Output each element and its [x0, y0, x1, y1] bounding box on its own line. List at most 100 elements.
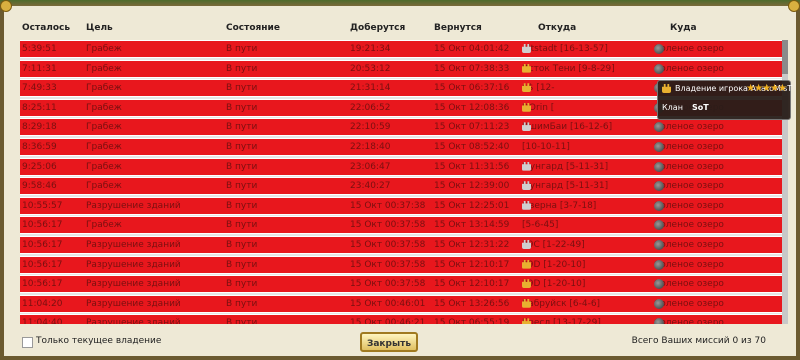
row-state-text: В пути	[226, 83, 258, 94]
row-to[interactable]: Соленое озеро	[654, 318, 724, 324]
row-state-text: В пути	[226, 142, 258, 152]
row-to-text: Соленое озеро	[654, 240, 724, 250]
row-to[interactable]: Соленое озеро	[654, 44, 724, 54]
row-from-text: [10-10-11]	[522, 142, 570, 152]
row-from[interactable]: Мунгард [5-11-31]	[522, 181, 608, 191]
row-arrive-text: 22:18:40	[350, 142, 391, 152]
row-state-text: В пути	[226, 240, 258, 250]
row-state: В пути	[226, 220, 257, 230]
col-return-header[interactable]: Вернутся	[434, 23, 482, 33]
row-to[interactable]: Соленое озеро	[654, 142, 724, 152]
col-from-header[interactable]: Откуда	[538, 23, 576, 33]
row-arrive-text: 19:21:34	[350, 44, 391, 54]
row-from[interactable]: 29D [1-20-10]	[522, 279, 585, 289]
lake-icon	[654, 240, 664, 250]
table-row[interactable]: 8:36:59 Грабеж В пути 22:18:40 15 Окт 08:52:…	[20, 138, 782, 156]
col-remaining-header[interactable]: Осталось	[22, 23, 70, 33]
row-state-text: В пути	[226, 220, 258, 231]
row-arrive-text: 15 Окт 00:37:38	[350, 200, 426, 211]
row-remaining-text: 11:04:20	[22, 298, 63, 309]
row-to[interactable]: Соленое озеро	[654, 259, 724, 270]
row-state: В пути	[226, 201, 257, 211]
row-from-text: 29D [1-20-10]	[522, 259, 586, 270]
table-row[interactable]: 9:58:46 Грабеж В пути 23:40:27 15 Окт 12:39:…	[20, 177, 782, 196]
row-target: Грабеж	[86, 64, 122, 74]
castle-icon	[662, 84, 671, 93]
table-row[interactable]: 5:39:51 Грабеж В пути 19:21:34 15 Окт 04:01:…	[20, 40, 782, 58]
row-arrive: 21:31:14	[350, 83, 390, 93]
row-from-text: ИшимБаи [16-12-6]	[522, 122, 613, 133]
table-row[interactable]: 10:55:57 Разрушение зданий В пути 15 Окт 00…	[20, 196, 782, 215]
row-from-text: 29D [1-20-10]	[522, 279, 586, 290]
table-row[interactable]: 10:56:17 Разрушение зданий В пути 15 Окт 00…	[20, 236, 782, 254]
row-from[interactable]: DOrin [	[522, 102, 554, 113]
row-to[interactable]: Соленое озеро	[654, 181, 724, 192]
table-row[interactable]: 10:56:17 Разрушение зданий В пути 15 Окт 00…	[20, 275, 782, 294]
table-row[interactable]: 7:11:31 Грабеж В пути 20:53:12 15 Окт 07:38:…	[20, 59, 782, 78]
col-state-header[interactable]: Состояние	[226, 23, 280, 33]
row-return: 15 Окт 12:10:17	[434, 260, 509, 270]
row-from[interactable]: Исток Тени [9-8-29]	[522, 63, 615, 74]
row-state-text: В пути	[226, 102, 258, 113]
row-state: В пути	[226, 162, 257, 172]
scroll-thumb[interactable]	[782, 40, 788, 74]
row-target: Грабеж	[86, 162, 122, 172]
row-to-text: Соленое озеро	[654, 181, 724, 192]
row-from[interactable]: 29С [1-22-49]	[522, 240, 585, 250]
table-row[interactable]: 8:29:18 Грабеж В пути 22:10:59 15 Окт 07:11:…	[20, 118, 782, 137]
row-from[interactable]: Бабруйск [6-4-6]	[522, 298, 601, 309]
row-to[interactable]: Соленое озеро	[654, 240, 724, 250]
row-target: Разрушение зданий	[86, 240, 181, 250]
row-return: 15 Окт 07:11:23	[434, 122, 509, 132]
row-to-text: Соленое озеро	[654, 259, 724, 270]
table-row[interactable]: 11:04:20 Разрушение зданий В пути 15 Окт 00…	[20, 294, 782, 313]
col-arrive-header[interactable]: Доберутся	[350, 23, 405, 33]
row-from[interactable]: ИшимБаи [16-12-6]	[522, 122, 612, 132]
row-arrive: 23:06:47	[350, 162, 390, 172]
row-state-text: В пути	[226, 122, 258, 133]
row-to-text: Соленое озеро	[654, 279, 724, 290]
row-target: Грабеж	[86, 103, 122, 113]
row-from[interactable]: [10-10-11]	[522, 142, 570, 152]
row-from[interactable]: [5-6-45]	[522, 220, 558, 230]
row-to-text: Соленое озеро	[654, 318, 724, 324]
row-to[interactable]: Соленое озеро	[654, 279, 724, 290]
row-to[interactable]: Соленое озеро	[654, 122, 724, 133]
table-row[interactable]: 11:04:40 Разрушение зданий В пути 15 Окт 00…	[20, 314, 782, 324]
row-remaining-text: 7:11:31	[22, 63, 57, 74]
row-to[interactable]: Соленое озеро	[654, 200, 724, 211]
row-target-text: Грабеж	[86, 102, 122, 113]
table-row[interactable]: 10:56:17 Грабеж В пути 15 Окт 00:37:58 15 Ок…	[20, 216, 782, 235]
row-to[interactable]: Соленое озеро	[654, 220, 724, 231]
table-row[interactable]: 9:25:06 Грабеж В пути 23:06:47 15 Окт 11:31:…	[20, 157, 782, 176]
row-return-text: 15 Окт 13:14:59	[434, 220, 510, 231]
close-button[interactable]: Закрыть	[360, 332, 418, 352]
row-arrive: 22:10:59	[350, 122, 390, 132]
row-remaining: 11:04:40	[22, 318, 62, 324]
row-from-text: Бабруйск [6-4-6]	[522, 298, 601, 309]
row-from[interactable]: Оверна [3-7-18]	[522, 200, 596, 211]
row-to[interactable]: Соленое озеро	[654, 161, 724, 172]
row-remaining: 5:39:51	[22, 44, 57, 54]
row-arrive-text: 23:40:27	[350, 181, 391, 192]
table-row[interactable]: 10:56:17 Разрушение зданий В пути 15 Окт 00…	[20, 255, 782, 274]
row-arrive: 20:53:12	[350, 64, 390, 74]
current-domain-checkbox[interactable]	[22, 337, 33, 348]
row-from[interactable]: Altstadt [16-13-57]	[522, 44, 608, 54]
lake-icon	[654, 259, 664, 270]
col-to-header[interactable]: Куда	[670, 23, 697, 33]
row-arrive-text: 21:31:14	[350, 83, 391, 94]
row-from[interactable]: Бресл [13-17-29]	[522, 318, 601, 324]
row-from[interactable]: Мунгард [5-11-31]	[522, 161, 608, 172]
corner-ornament-icon	[0, 0, 12, 12]
row-remaining-text: 8:25:11	[22, 102, 57, 113]
row-from[interactable]: 29D [1-20-10]	[522, 259, 586, 270]
col-target-header[interactable]: Цель	[86, 23, 113, 33]
row-remaining-text: 10:56:17	[22, 240, 63, 250]
row-target-text: Грабеж	[86, 142, 122, 152]
row-from[interactable]: $$ [12-	[522, 83, 555, 93]
row-state: В пути	[226, 279, 257, 289]
row-from-text: Бресл [13-17-29]	[522, 318, 601, 324]
row-to[interactable]: Соленое озеро	[654, 63, 724, 74]
row-to[interactable]: Соленое озеро	[654, 298, 724, 309]
